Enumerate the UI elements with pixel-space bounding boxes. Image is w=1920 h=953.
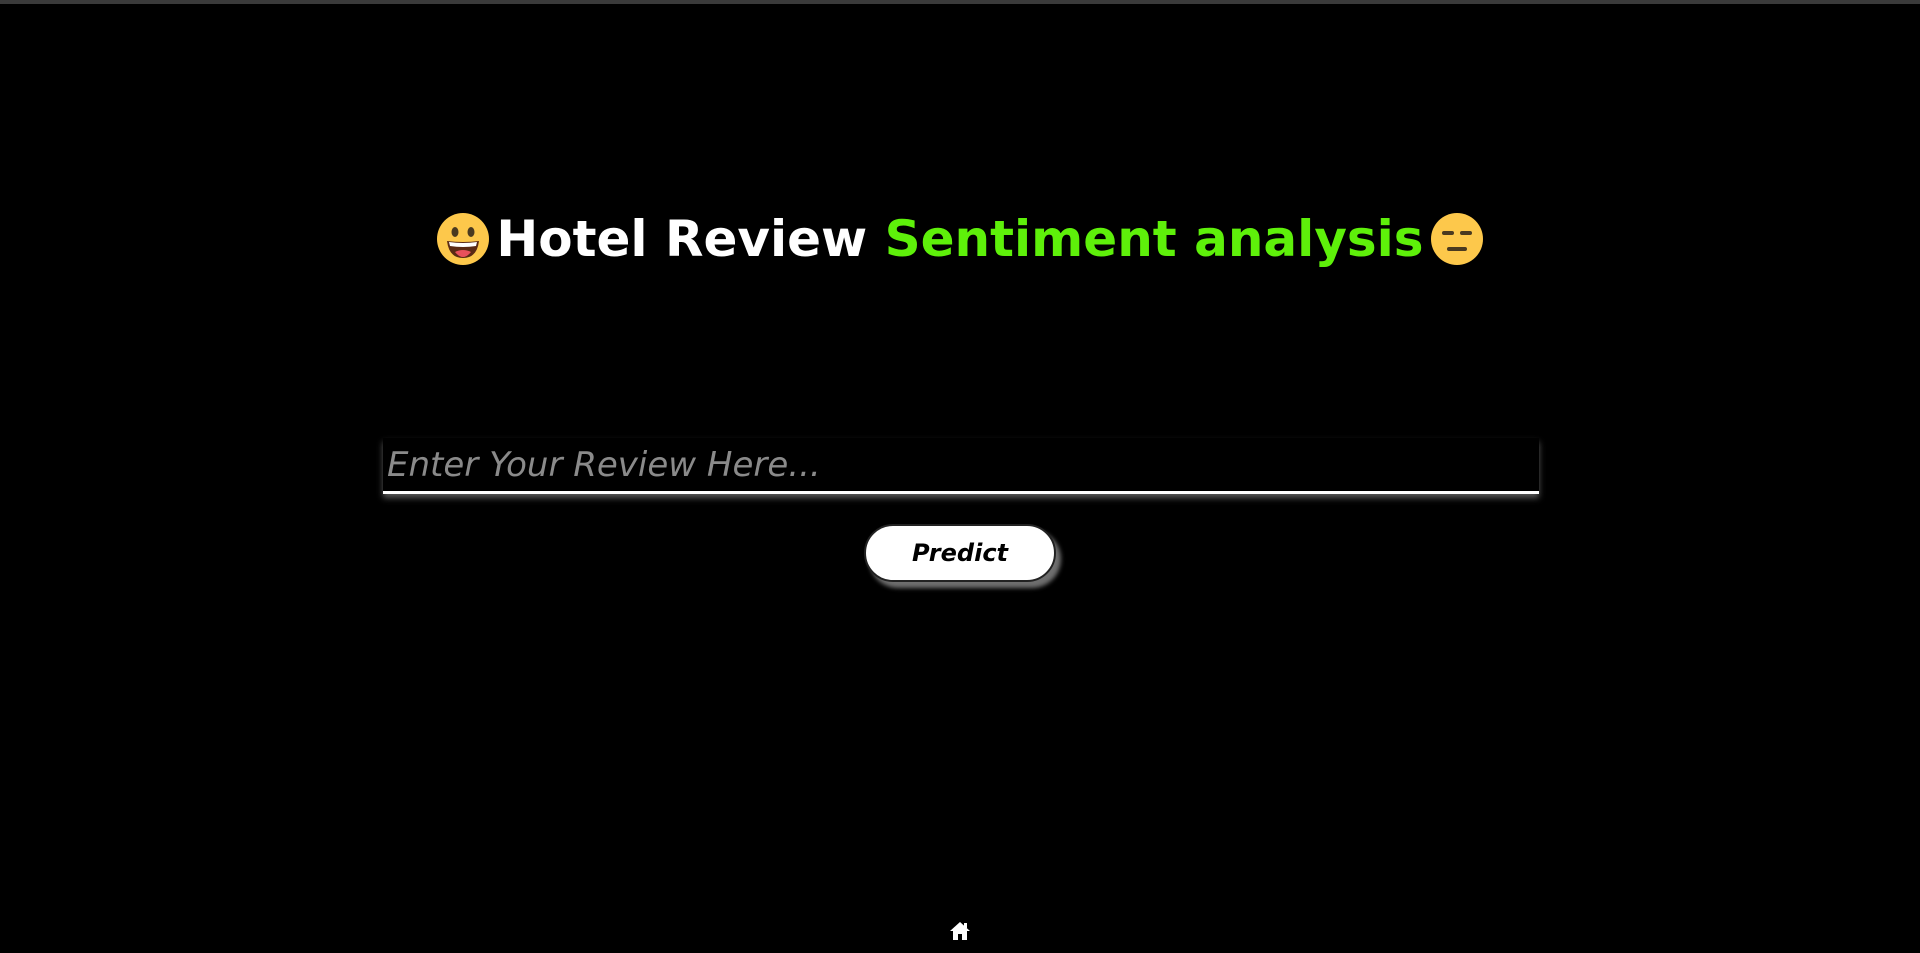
window-top-border: [0, 0, 1920, 4]
review-field-wrapper: [383, 438, 1539, 498]
review-input[interactable]: [383, 438, 1539, 494]
title-part-green: Sentiment analysis: [884, 209, 1424, 268]
title-part-white: Hotel Review: [496, 209, 885, 268]
page-title: Hotel Review Sentiment analysis: [0, 204, 1920, 274]
grinning-face-icon: [437, 212, 490, 265]
expressionless-face-icon: [1430, 212, 1483, 265]
home-icon: [950, 922, 970, 940]
predict-button[interactable]: Predict: [864, 524, 1056, 582]
home-link[interactable]: [948, 920, 972, 942]
